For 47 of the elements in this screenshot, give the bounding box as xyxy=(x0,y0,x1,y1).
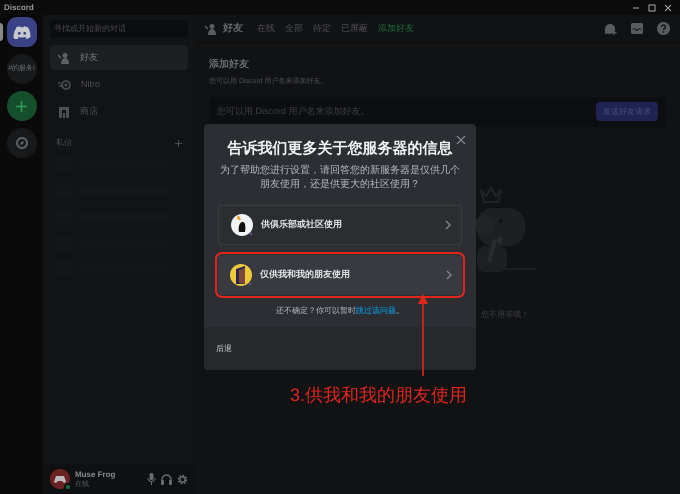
section-title: 添加好友 xyxy=(209,58,250,72)
modal-title: 告诉我们更多关于您服务器的信息 xyxy=(228,139,452,159)
controller-logo-icon xyxy=(12,26,30,38)
shop-icon xyxy=(58,106,70,118)
user-avatar[interactable] xyxy=(50,469,70,489)
plus-icon xyxy=(16,100,27,112)
option-button[interactable]: 供俱乐部或社区使用 xyxy=(218,204,462,244)
help-icon[interactable] xyxy=(657,22,670,35)
sidebar-item[interactable]: 好友 xyxy=(50,45,188,70)
tab[interactable]: 已屏蔽 xyxy=(341,22,368,36)
sidebar-item[interactable]: 商店 xyxy=(50,99,188,124)
explore-button[interactable] xyxy=(6,128,36,158)
search-field[interactable]: 寻找或开始新的对话 xyxy=(50,20,188,38)
tab[interactable]: 添加好友 xyxy=(378,22,414,36)
tab[interactable]: 在线 xyxy=(257,22,275,36)
new-group-dm-icon[interactable] xyxy=(604,22,617,34)
skip-hint-text: 还不确定？你可以暂时跳过该问题。 xyxy=(276,304,404,316)
modal-description: 为了帮助您进行设置，请回答您的新服务器是仅供几个朋友使用，还是供更大的社区使用？ xyxy=(219,164,461,192)
inbox-icon[interactable] xyxy=(631,23,643,34)
add-icon[interactable] xyxy=(175,140,182,146)
settings-icon[interactable] xyxy=(177,474,188,484)
username: Muse Frog xyxy=(75,470,116,478)
page-title: 好友 xyxy=(223,22,243,36)
sidebar-item[interactable]: Nitro xyxy=(50,72,188,97)
nitro-icon xyxy=(58,80,71,90)
annotation-text: 3.供我和我的朋友使用 xyxy=(290,384,468,407)
window-title: Discord xyxy=(4,4,34,12)
close-icon[interactable] xyxy=(664,4,672,12)
controller-icon xyxy=(54,474,66,484)
compass-icon xyxy=(16,137,28,149)
community-icon xyxy=(229,212,255,238)
maximize-icon[interactable] xyxy=(648,4,656,12)
option-button[interactable]: 仅供我和我的朋友使用 xyxy=(218,254,462,294)
add-server-button[interactable] xyxy=(6,91,36,121)
close-icon xyxy=(456,135,466,145)
headphones-icon[interactable] xyxy=(161,474,172,484)
tab[interactable]: 全部 xyxy=(285,22,303,36)
chevron-right-icon xyxy=(445,220,451,230)
friends-icon xyxy=(205,22,217,34)
tab[interactable]: 待定 xyxy=(313,22,331,36)
back-button[interactable]: 后退 xyxy=(216,342,232,354)
close-button[interactable] xyxy=(456,134,468,146)
chevron-right-icon xyxy=(446,270,452,280)
friends-icon xyxy=(58,52,70,64)
home-button[interactable] xyxy=(6,17,36,47)
skip-question-link[interactable]: 跳过该问题 xyxy=(356,306,396,314)
microphone-icon[interactable] xyxy=(147,473,156,485)
